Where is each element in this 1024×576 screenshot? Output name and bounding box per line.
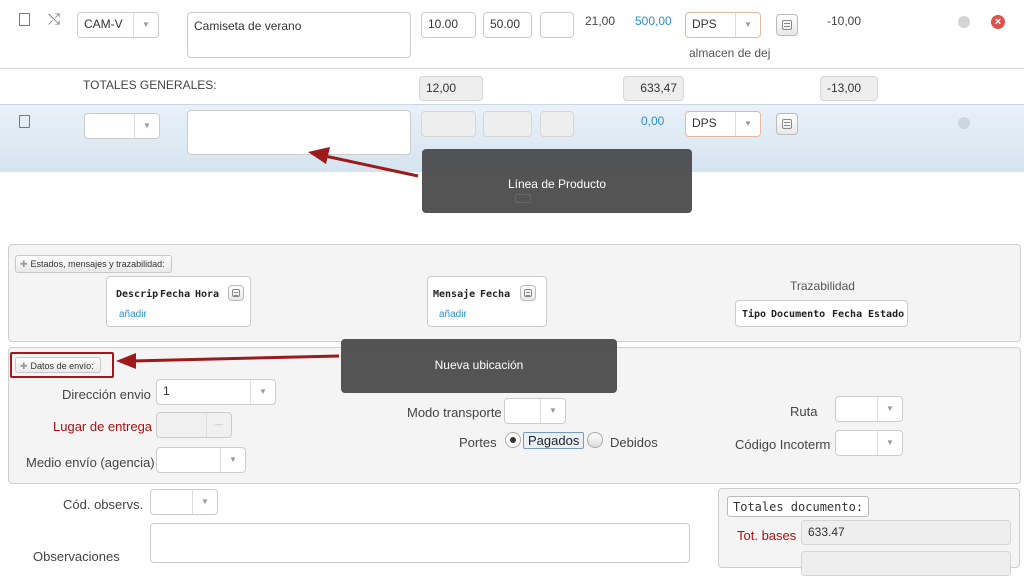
annotation-arrows xyxy=(116,147,419,369)
arrow-to-envio xyxy=(116,353,340,369)
arrow-to-description xyxy=(308,147,419,178)
